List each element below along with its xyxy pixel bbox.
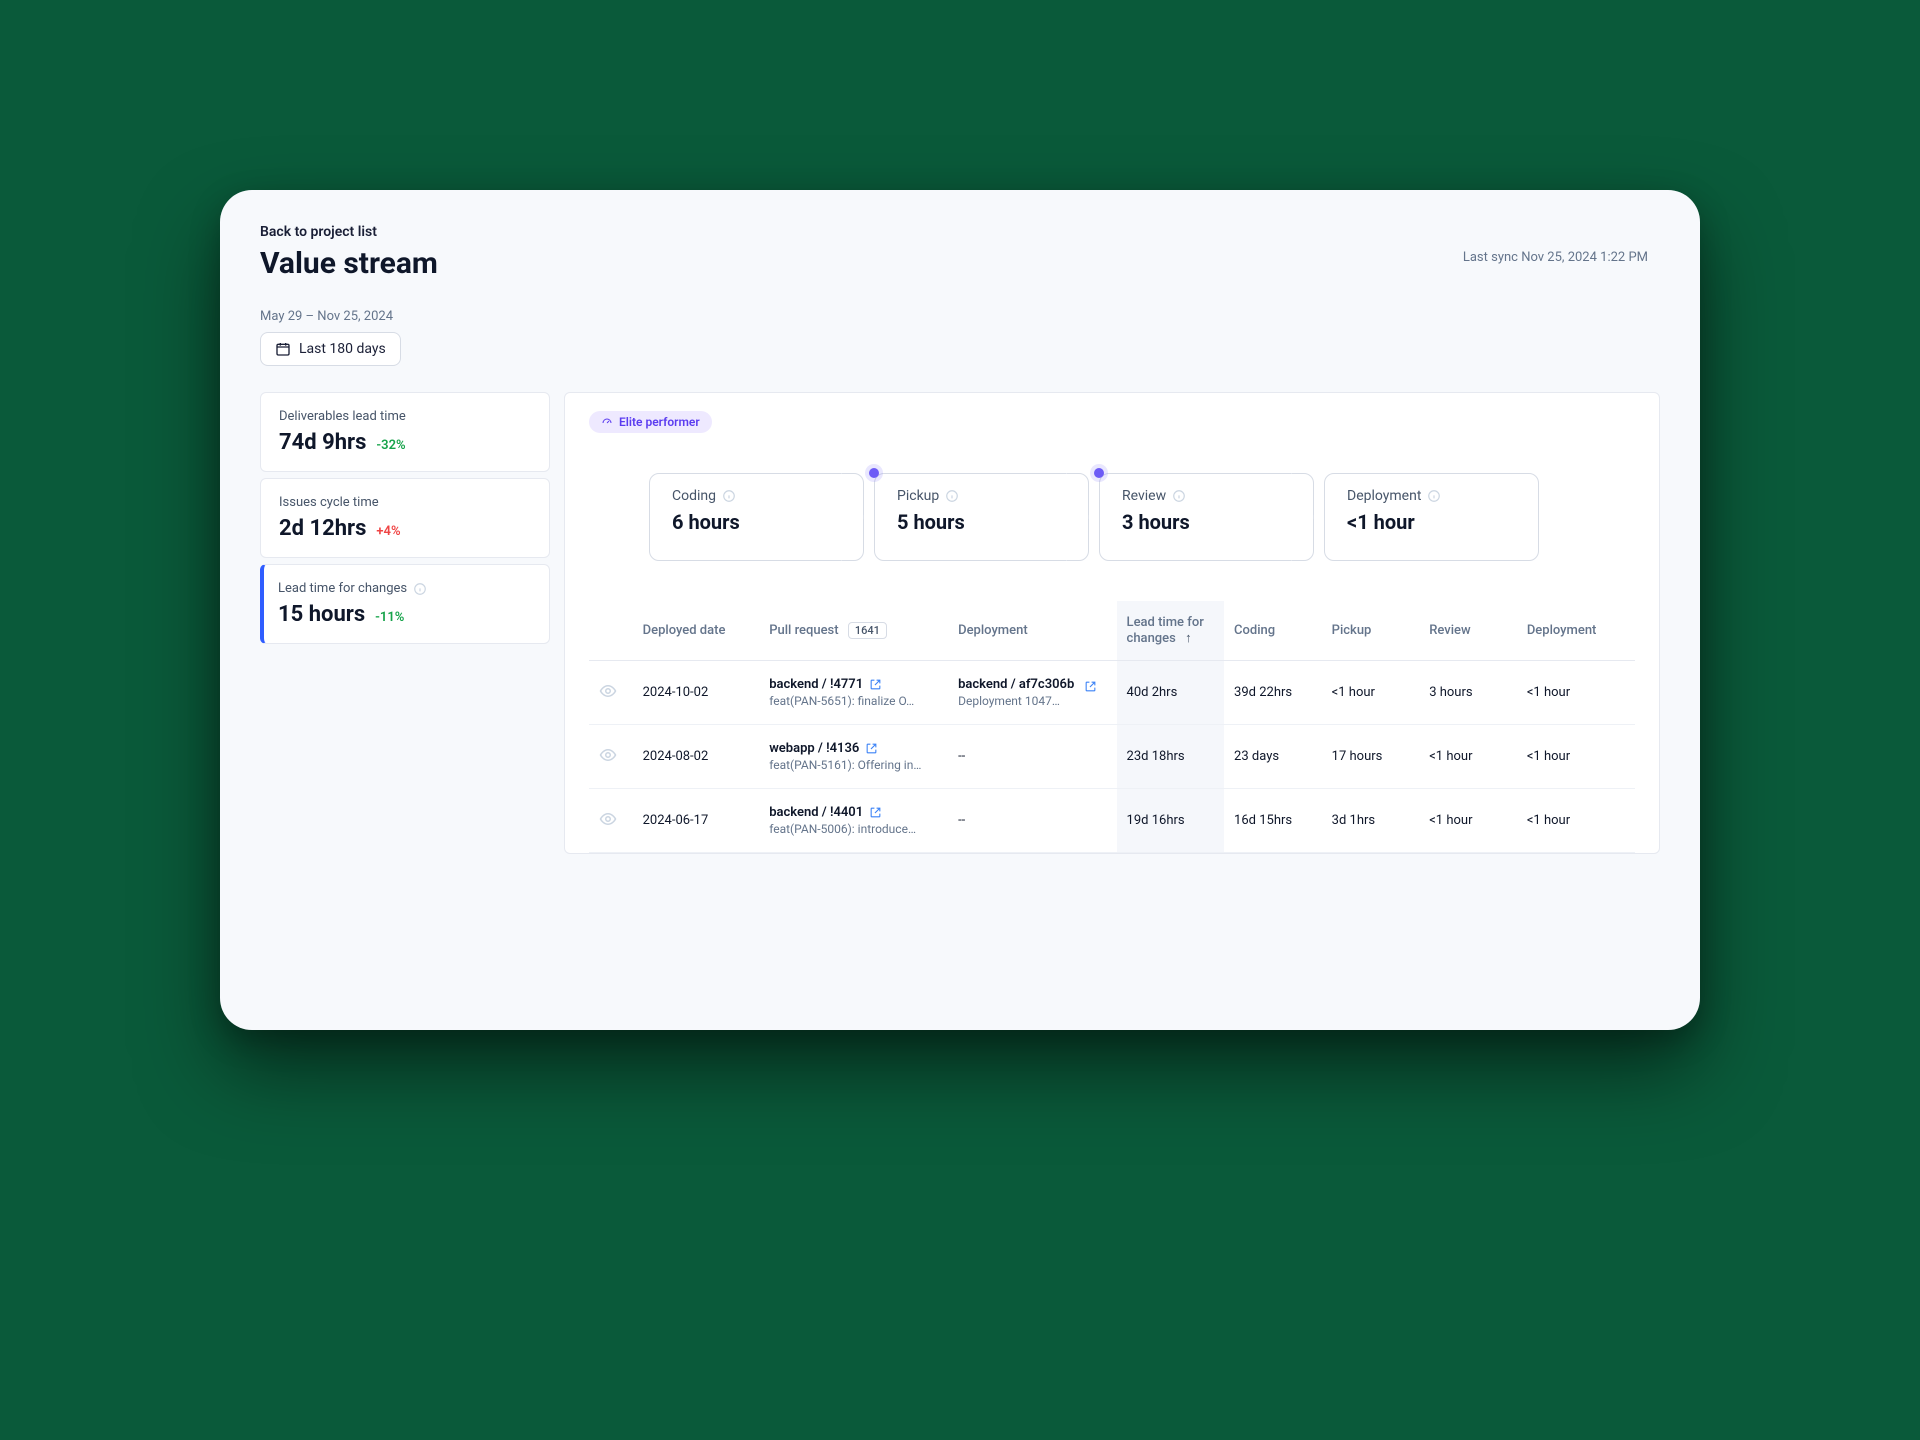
eye-icon[interactable] <box>599 810 617 828</box>
cell-coding: 23 days <box>1224 725 1322 789</box>
cell-lead: 23d 18hrs <box>1117 725 1225 789</box>
performer-badge: Elite performer <box>589 411 712 433</box>
eye-icon[interactable] <box>599 682 617 700</box>
cell-watch <box>589 661 633 725</box>
page-title: Value stream <box>260 246 1660 281</box>
info-icon <box>722 489 736 503</box>
cell-pickup: <1 hour <box>1322 661 1420 725</box>
info-icon <box>413 582 427 596</box>
changes-table: Deployed date Pull request 1641 Deployme… <box>589 601 1635 853</box>
cell-pr: webapp / !4136 feat(PAN-5161): Offering … <box>759 725 948 789</box>
cell-deployment: backend / af7c306bDeployment 1047… <box>948 661 1116 725</box>
cell-pickup: 17 hours <box>1322 725 1420 789</box>
col-review[interactable]: Review <box>1419 601 1517 661</box>
stage-value: 3 hours <box>1122 510 1291 534</box>
external-link-icon[interactable] <box>869 806 882 819</box>
stage-dot-icon <box>869 468 879 478</box>
sort-asc-icon: ↑ <box>1185 631 1192 646</box>
col-lead-time[interactable]: Lead time for changes ↑ <box>1117 601 1225 661</box>
external-link-icon[interactable] <box>1084 680 1097 693</box>
metric-label: Issues cycle time <box>279 495 531 510</box>
col-deployment[interactable]: Deployment <box>948 601 1116 661</box>
cell-watch <box>589 725 633 789</box>
table-row[interactable]: 2024-06-17backend / !4401 feat(PAN-5006)… <box>589 789 1635 853</box>
metric-label: Lead time for changes <box>278 581 531 596</box>
stage-label: Review <box>1122 488 1291 504</box>
metric-delta: -11% <box>375 610 404 625</box>
stage-coding[interactable]: Coding 6 hours <box>649 473 864 561</box>
metric-value: 15 hours <box>278 602 365 627</box>
metric-card-0[interactable]: Deliverables lead time 74d 9hrs -32% <box>260 392 550 472</box>
cell-review: 3 hours <box>1419 661 1517 725</box>
external-link-icon[interactable] <box>865 742 878 755</box>
metric-card-1[interactable]: Issues cycle time 2d 12hrs +4% <box>260 478 550 558</box>
col-pickup[interactable]: Pickup <box>1322 601 1420 661</box>
info-icon <box>945 489 959 503</box>
stage-value: 6 hours <box>672 510 841 534</box>
metric-delta: +4% <box>376 524 400 539</box>
info-icon <box>1427 489 1441 503</box>
cell-deploy: <1 hour <box>1517 789 1635 853</box>
stage-label: Coding <box>672 488 841 504</box>
cell-pr: backend / !4771 feat(PAN-5651): finalize… <box>759 661 948 725</box>
col-pull-request[interactable]: Pull request 1641 <box>759 601 948 661</box>
cell-date: 2024-10-02 <box>633 661 760 725</box>
stage-value: 5 hours <box>897 510 1066 534</box>
date-range-label: May 29 – Nov 25, 2024 <box>260 309 1660 324</box>
cell-lead: 40d 2hrs <box>1117 661 1225 725</box>
eye-icon[interactable] <box>599 746 617 764</box>
info-icon <box>1172 489 1186 503</box>
stage-review[interactable]: Review 3 hours <box>1099 473 1314 561</box>
cell-review: <1 hour <box>1419 789 1517 853</box>
stage-flow: Coding 6 hoursPickup 5 hoursReview 3 hou… <box>649 473 1595 561</box>
col-watch <box>589 601 633 661</box>
cell-deployment: -- <box>948 725 1116 789</box>
date-range-button[interactable]: Last 180 days <box>260 332 401 366</box>
back-link[interactable]: Back to project list <box>260 224 1660 240</box>
cell-pickup: 3d 1hrs <box>1322 789 1420 853</box>
cell-deploy: <1 hour <box>1517 725 1635 789</box>
last-sync-label: Last sync Nov 25, 2024 1:22 PM <box>1463 250 1648 265</box>
cell-coding: 16d 15hrs <box>1224 789 1322 853</box>
main-panel: Elite performer Coding 6 hoursPickup 5 h… <box>564 392 1660 854</box>
metric-value: 2d 12hrs <box>279 516 366 541</box>
cell-date: 2024-06-17 <box>633 789 760 853</box>
stage-dot-icon <box>1094 468 1104 478</box>
stage-deployment[interactable]: Deployment <1 hour <box>1324 473 1539 561</box>
gauge-icon <box>601 416 613 428</box>
stage-label: Deployment <box>1347 488 1516 504</box>
performer-badge-label: Elite performer <box>619 415 700 429</box>
calendar-icon <box>275 341 291 357</box>
app-card: Back to project list Value stream Last s… <box>220 190 1700 1030</box>
stage-value: <1 hour <box>1347 510 1516 534</box>
col-deployed-date[interactable]: Deployed date <box>633 601 760 661</box>
cell-pr: backend / !4401 feat(PAN-5006): introduc… <box>759 789 948 853</box>
col-pull-request-label: Pull request <box>769 623 838 638</box>
metric-card-2[interactable]: Lead time for changes 15 hours -11% <box>260 564 550 644</box>
cell-deploy: <1 hour <box>1517 661 1635 725</box>
table-row[interactable]: 2024-10-02backend / !4771 feat(PAN-5651)… <box>589 661 1635 725</box>
col-deploy[interactable]: Deployment <box>1517 601 1635 661</box>
table-row[interactable]: 2024-08-02webapp / !4136 feat(PAN-5161):… <box>589 725 1635 789</box>
metric-value: 74d 9hrs <box>279 430 366 455</box>
cell-coding: 39d 22hrs <box>1224 661 1322 725</box>
pr-count-pill: 1641 <box>848 622 887 639</box>
col-coding[interactable]: Coding <box>1224 601 1322 661</box>
col-lead-time-label: Lead time for changes <box>1127 615 1204 646</box>
stage-label: Pickup <box>897 488 1066 504</box>
metrics-sidebar: Deliverables lead time 74d 9hrs -32% Issues… <box>260 392 550 854</box>
cell-date: 2024-08-02 <box>633 725 760 789</box>
metric-label: Deliverables lead time <box>279 409 531 424</box>
cell-review: <1 hour <box>1419 725 1517 789</box>
cell-watch <box>589 789 633 853</box>
cell-lead: 19d 16hrs <box>1117 789 1225 853</box>
stage-pickup[interactable]: Pickup 5 hours <box>874 473 1089 561</box>
date-range-button-label: Last 180 days <box>299 341 386 357</box>
cell-deployment: -- <box>948 789 1116 853</box>
metric-delta: -32% <box>376 438 405 453</box>
external-link-icon[interactable] <box>869 678 882 691</box>
